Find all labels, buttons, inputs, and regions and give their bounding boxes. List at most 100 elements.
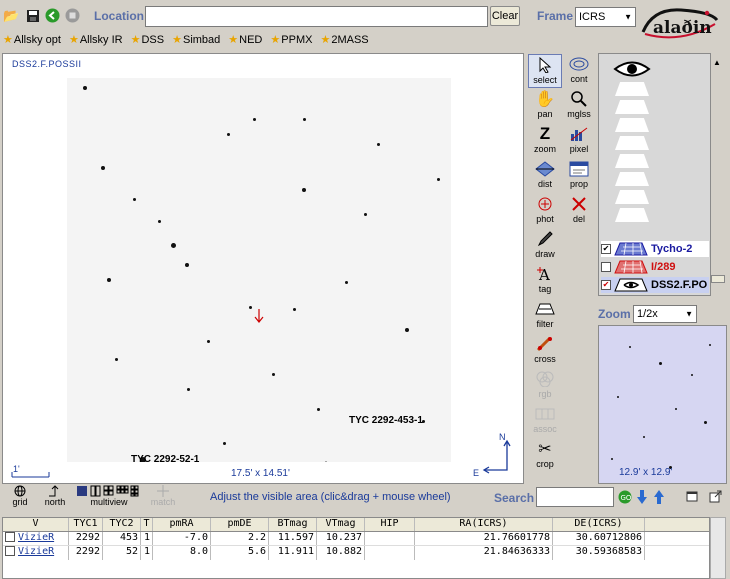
tag-icon: A <box>534 264 556 284</box>
column-header[interactable]: VTmag <box>317 518 365 531</box>
bookmark-allsky-ir[interactable]: ★Allsky IR <box>69 33 123 49</box>
column-header[interactable]: TYC2 <box>103 518 141 531</box>
tool-cross[interactable]: cross <box>528 334 562 368</box>
match-crosshair-icon <box>157 485 169 497</box>
table-cell: 1 <box>141 532 153 545</box>
back-icon[interactable] <box>45 8 60 23</box>
star <box>272 373 275 376</box>
tool-tag[interactable]: A tag <box>528 264 562 298</box>
vizier-link[interactable]: VizieR <box>18 546 54 557</box>
table-cell: 30.60712806 <box>553 532 645 545</box>
vizier-cell[interactable]: VizieR <box>3 532 69 545</box>
zoom-z-icon: Z <box>539 124 551 143</box>
open-folder-icon[interactable]: 📂 <box>3 8 19 23</box>
star <box>675 408 677 410</box>
tool-draw[interactable]: draw <box>528 229 562 263</box>
table-row[interactable]: VizieR 2292 52 1 8.0 5.6 11.911 10.882 2… <box>3 546 709 560</box>
layer-scroll-thumb[interactable] <box>711 275 725 283</box>
tool-zoom[interactable]: Z zoom <box>528 124 562 158</box>
table-row[interactable]: VizieR 2292 453 1 -7.0 2.2 11.597 10.237… <box>3 532 709 546</box>
sky-image[interactable] <box>67 78 451 462</box>
location-input[interactable] <box>145 6 488 27</box>
column-header[interactable]: DE(ICRS) <box>553 518 645 531</box>
eye-icon[interactable] <box>613 58 651 80</box>
tool-crop[interactable]: ✂ crop <box>528 439 562 473</box>
star <box>115 358 118 361</box>
save-icon[interactable] <box>25 8 40 23</box>
layer-row-dss2[interactable]: ✔ DSS2.F.PO <box>601 277 709 293</box>
column-header[interactable]: TYC1 <box>69 518 103 531</box>
star <box>611 458 613 460</box>
bookmark-simbad[interactable]: ★Simbad <box>172 33 220 49</box>
layer-stack[interactable]: ✔ Tycho-2 I/289 ✔ DSS2.F.PO <box>598 53 711 296</box>
search-input[interactable] <box>536 487 614 507</box>
magnifier-icon <box>568 89 590 109</box>
row-checkbox[interactable] <box>5 546 15 556</box>
layer-checkbox[interactable]: ✔ <box>601 280 611 290</box>
table-cell: 10.237 <box>317 532 365 545</box>
tool-select[interactable]: select <box>528 54 562 88</box>
north-arrow-icon <box>49 485 59 497</box>
layer-scrollbar[interactable]: ▲ <box>711 53 726 296</box>
clear-button[interactable]: Clear <box>490 6 520 26</box>
tool-phot[interactable]: phot <box>528 194 562 228</box>
tool-filter[interactable]: filter <box>528 299 562 333</box>
row-checkbox[interactable] <box>5 532 15 542</box>
window-icon[interactable] <box>686 491 698 502</box>
sky-viewer[interactable]: DSS2.F.POSSII TYC 2292-453-1 TYC 2292-52… <box>2 53 524 484</box>
frame-select[interactable]: ICRS ▼ <box>575 7 636 27</box>
bookmark-bar: ★Allsky opt ★Allsky IR ★DSS ★Simbad ★NED… <box>3 33 369 49</box>
vizier-link[interactable]: VizieR <box>18 532 54 543</box>
table-cell: 52 <box>103 546 141 560</box>
tool-assoc: assoc <box>528 404 562 438</box>
arrow-up-icon[interactable] <box>653 489 665 505</box>
empty-layer-slot <box>615 82 649 96</box>
arrow-down-icon[interactable] <box>636 489 648 505</box>
tycho-marker-453[interactable] <box>318 461 334 462</box>
tool-pixel[interactable]: pixel <box>562 124 596 158</box>
bookmark-ned[interactable]: ★NED <box>228 33 262 49</box>
grid-button[interactable]: grid <box>4 485 36 513</box>
external-window-icon[interactable] <box>709 490 722 503</box>
north-button[interactable]: north <box>39 485 71 513</box>
column-header[interactable]: V <box>3 518 69 531</box>
star <box>364 213 367 216</box>
column-header[interactable]: pmDE <box>211 518 269 531</box>
layer-checkbox[interactable]: ✔ <box>601 244 611 254</box>
scroll-up-icon[interactable]: ▲ <box>713 58 721 67</box>
stop-icon[interactable] <box>65 8 80 23</box>
svg-text:GO: GO <box>621 494 632 502</box>
column-header[interactable]: pmRA <box>153 518 211 531</box>
bookmark-2mass[interactable]: ★2MASS <box>320 33 368 49</box>
multiview-button[interactable]: multiview <box>74 485 144 513</box>
tool-prop[interactable]: prop <box>562 159 596 193</box>
bookmark-allsky-opt[interactable]: ★Allsky opt <box>3 33 61 49</box>
star-icon: ★ <box>228 34 239 46</box>
layer-checkbox[interactable] <box>601 262 611 272</box>
table-scrollbar[interactable] <box>710 517 726 579</box>
column-header[interactable]: HIP <box>365 518 415 531</box>
bookmark-dss[interactable]: ★DSS <box>131 33 165 49</box>
vizier-cell[interactable]: VizieR <box>3 546 69 560</box>
tool-pan[interactable]: ✋ pan <box>528 89 562 123</box>
tool-del[interactable]: del <box>562 194 596 228</box>
table-cell <box>365 532 415 545</box>
layer-row-i289[interactable]: I/289 <box>601 259 709 275</box>
empty-layer-slot <box>615 208 649 222</box>
column-header[interactable]: T <box>141 518 153 531</box>
star-icon: ★ <box>130 34 141 46</box>
go-icon[interactable]: GO <box>618 490 632 504</box>
zoom-overview[interactable]: 12.9' x 12.9' <box>598 325 727 484</box>
bookmark-ppmx[interactable]: ★PPMX <box>270 33 312 49</box>
zoom-select[interactable]: 1/2x ▼ <box>633 305 697 323</box>
column-header[interactable]: RA(ICRS) <box>415 518 553 531</box>
star-icon: ★ <box>270 34 281 46</box>
tool-cont[interactable]: cont <box>562 54 596 88</box>
layer-row-tycho2[interactable]: ✔ Tycho-2 <box>601 241 709 257</box>
column-header[interactable]: BTmag <box>269 518 317 531</box>
table-cell: 21.76601778 <box>415 532 553 545</box>
tool-mglss[interactable]: mglss <box>562 89 596 123</box>
star <box>107 278 111 282</box>
delete-x-icon <box>568 194 590 214</box>
tool-dist[interactable]: dist <box>528 159 562 193</box>
